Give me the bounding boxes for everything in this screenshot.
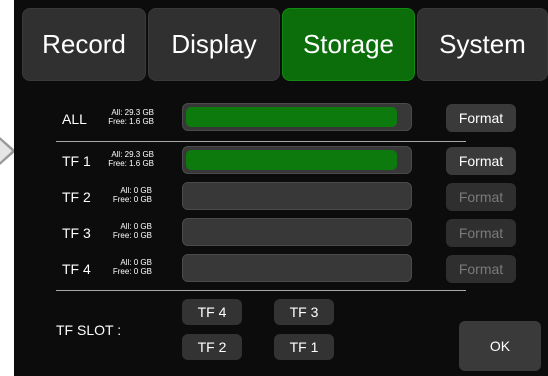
storage-row-tf1-total: All: 29.3 GB: [111, 150, 154, 159]
format-tf1-button[interactable]: Format: [446, 147, 516, 175]
settings-screen: Record Display Storage System ALL All: 2…: [14, 0, 548, 376]
storage-row-tf4-bar: [182, 254, 412, 282]
ok-button[interactable]: OK: [459, 321, 541, 371]
storage-row-tf4-total: All: 0 GB: [120, 258, 152, 267]
slot-tf1-button[interactable]: TF 1: [274, 334, 334, 360]
format-tf4-button[interactable]: Format: [446, 255, 516, 283]
slot-tf4-button[interactable]: TF 4: [182, 299, 242, 325]
side-arrow-icon-inner: [0, 140, 12, 162]
storage-row-tf1-bar-fill: [186, 150, 397, 170]
format-all-button[interactable]: Format: [446, 104, 516, 132]
storage-row-tf1-bar: [182, 146, 412, 174]
storage-row-tf2-bar: [182, 182, 412, 210]
format-tf2-label: Format: [458, 189, 504, 205]
storage-row-all-total: All: 29.3 GB: [111, 108, 154, 117]
divider-top: [56, 141, 466, 142]
tab-record[interactable]: Record: [22, 8, 146, 81]
storage-row-tf2-info: All: 0 GB Free: 0 GB: [102, 186, 152, 204]
tab-storage-label: Storage: [302, 29, 395, 59]
storage-row-tf1-info: All: 29.3 GB Free: 1.6 GB: [104, 150, 154, 168]
format-tf2-button[interactable]: Format: [446, 183, 516, 211]
storage-row-all-free: Free: 1.6 GB: [108, 117, 154, 126]
slot-tf4-label: TF 4: [197, 304, 227, 320]
storage-row-tf2-total: All: 0 GB: [120, 186, 152, 195]
storage-row-tf4-free: Free: 0 GB: [112, 267, 152, 276]
slot-tf3-label: TF 3: [289, 304, 319, 320]
slot-tf2-label: TF 2: [197, 339, 227, 355]
storage-row-tf3-name: TF 3: [62, 225, 91, 241]
storage-row-tf4-name: TF 4: [62, 261, 91, 277]
format-all-label: Format: [458, 110, 504, 126]
slot-tf1-label: TF 1: [289, 339, 319, 355]
format-tf3-label: Format: [458, 225, 504, 241]
tab-system[interactable]: System: [417, 8, 548, 81]
storage-row-tf3-total: All: 0 GB: [120, 222, 152, 231]
tab-display-label: Display: [171, 29, 257, 59]
slot-tf3-button[interactable]: TF 3: [274, 299, 334, 325]
storage-row-tf3-free: Free: 0 GB: [112, 231, 152, 240]
storage-row-tf1-name: TF 1: [62, 153, 91, 169]
storage-row-all-bar: [182, 103, 412, 131]
ok-label: OK: [489, 338, 511, 354]
storage-row-tf4-info: All: 0 GB Free: 0 GB: [102, 258, 152, 276]
tf-slot-label: TF SLOT :: [56, 322, 122, 338]
storage-row-tf3-bar: [182, 218, 412, 246]
tab-display[interactable]: Display: [148, 8, 280, 81]
storage-row-all-info: All: 29.3 GB Free: 1.6 GB: [104, 108, 154, 126]
storage-row-tf3-info: All: 0 GB Free: 0 GB: [102, 222, 152, 240]
storage-row-tf2-free: Free: 0 GB: [112, 195, 152, 204]
slot-tf2-button[interactable]: TF 2: [182, 334, 242, 360]
format-tf4-label: Format: [458, 261, 504, 277]
format-tf1-label: Format: [458, 153, 504, 169]
tab-storage[interactable]: Storage: [282, 8, 415, 81]
storage-row-tf2-name: TF 2: [62, 189, 91, 205]
format-tf3-button[interactable]: Format: [446, 219, 516, 247]
storage-row-all-bar-fill: [186, 107, 397, 127]
tab-system-label: System: [439, 29, 526, 59]
storage-row-all-name: ALL: [62, 111, 87, 127]
storage-row-tf1-free: Free: 1.6 GB: [108, 159, 154, 168]
divider-bottom: [56, 290, 466, 291]
tab-record-label: Record: [42, 29, 126, 59]
